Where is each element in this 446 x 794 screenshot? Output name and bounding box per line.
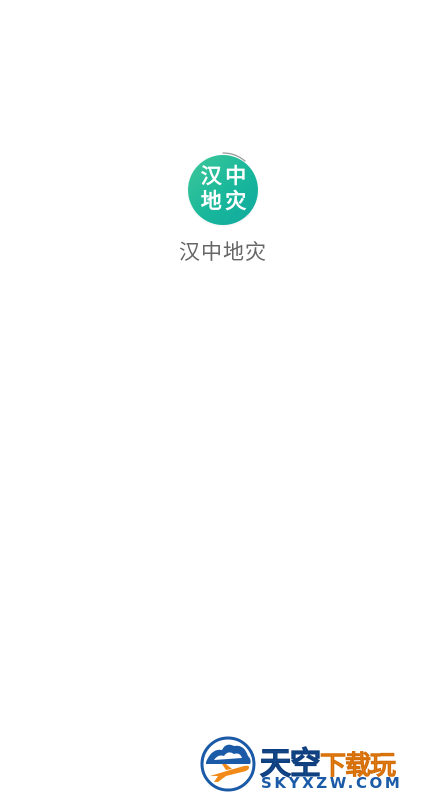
watermark-domain: SKYXZW.COM: [261, 774, 403, 792]
logo-char: 汉: [200, 164, 222, 188]
splash-screen: 汉 中 地 灾 汉中地灾 天空下载玩 SKYXZW.COM: [0, 0, 446, 794]
logo-char: 灾: [225, 189, 247, 213]
logo-text: 汉 中 地 灾: [188, 155, 258, 225]
logo-char: 地: [200, 189, 222, 213]
logo-char: 中: [225, 164, 247, 188]
app-name: 汉中地灾: [179, 240, 267, 264]
watermark: 天空下载玩 SKYXZW.COM: [198, 734, 444, 792]
app-logo: 汉 中 地 灾: [188, 152, 259, 225]
airplane-icon: [200, 736, 256, 792]
